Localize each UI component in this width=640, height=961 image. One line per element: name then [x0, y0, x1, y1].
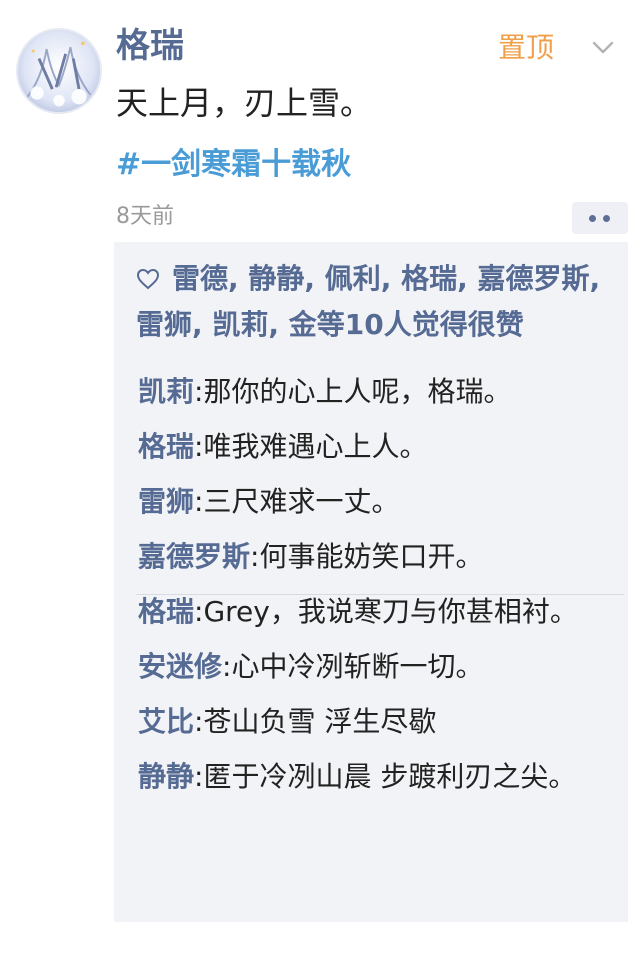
comment-text: :那你的心上人呢，格瑞。 — [194, 375, 512, 408]
avatar-image — [18, 30, 100, 112]
comment-text: :唯我难遇心上人。 — [194, 430, 428, 463]
comment-author[interactable]: 嘉德罗斯 — [138, 540, 250, 573]
comment-item[interactable]: 艾比:苍山负雪 浮生尽歇 — [138, 694, 614, 749]
pinned-label: 置顶 — [498, 31, 555, 64]
comment-author[interactable]: 静静 — [138, 760, 194, 793]
comment-text: :何事能妨笑口开。 — [250, 540, 484, 573]
chevron-down-icon[interactable] — [590, 34, 616, 60]
comment-author[interactable]: 格瑞 — [138, 595, 194, 628]
comment-item[interactable]: 格瑞:Grey，我说寒刀与你甚相衬。 — [138, 584, 614, 639]
comment-text: :苍山负雪 浮生尽歇 — [194, 705, 437, 738]
comment-text: :心中冷冽斩断一切。 — [222, 650, 484, 683]
comment-item[interactable]: 凯莉:那你的心上人呢，格瑞。 — [138, 364, 614, 419]
comment-item[interactable]: 安迷修:心中冷冽斩断一切。 — [138, 639, 614, 694]
topic-link[interactable]: #一剑寒霜十载秋 — [116, 142, 351, 188]
comment-author[interactable]: 艾比 — [138, 705, 194, 738]
moments-post: 格瑞 置顶 天上月，刃上雪。 #一剑寒霜十载秋 8天前 雷德, 静静, 佩利, … — [0, 0, 640, 961]
comment-item[interactable]: 格瑞:唯我难遇心上人。 — [138, 419, 614, 474]
comment-item[interactable]: 雷狮:三尺难求一丈。 — [138, 474, 614, 529]
more-dots-icon — [603, 215, 610, 222]
comment-text: :三尺难求一丈。 — [194, 485, 400, 518]
likes-line: 雷德, 静静, 佩利, 格瑞, 嘉德罗斯, 雷狮, 凯莉, 金等10人觉得很赞 — [136, 256, 612, 348]
comment-author[interactable]: 雷狮 — [138, 485, 194, 518]
more-button[interactable] — [572, 202, 628, 234]
heart-icon — [136, 259, 160, 290]
comment-author[interactable]: 安迷修 — [138, 650, 222, 683]
comment-text: :匿于冷冽山晨 步踱利刃之尖。 — [194, 760, 577, 793]
comment-author[interactable]: 凯莉 — [138, 375, 194, 408]
post-time: 8天前 — [116, 204, 174, 229]
comment-text: :Grey，我说寒刀与你甚相衬。 — [194, 595, 578, 628]
post-text: 天上月，刃上雪。 — [116, 84, 373, 122]
comment-item[interactable]: 静静:匿于冷冽山晨 步踱利刃之尖。 — [138, 749, 614, 804]
comment-list: 凯莉:那你的心上人呢，格瑞。 格瑞:唯我难遇心上人。 雷狮:三尺难求一丈。 嘉德… — [138, 364, 614, 804]
likes-names[interactable]: 雷德, 静静, 佩利, 格瑞, 嘉德罗斯, 雷狮, 凯莉, 金等10人觉得很赞 — [136, 262, 600, 341]
comment-author[interactable]: 格瑞 — [138, 430, 194, 463]
more-dots-icon — [589, 215, 596, 222]
comment-item[interactable]: 嘉德罗斯:何事能妨笑口开。 — [138, 529, 614, 584]
username[interactable]: 格瑞 — [116, 22, 184, 70]
avatar[interactable] — [16, 28, 102, 114]
